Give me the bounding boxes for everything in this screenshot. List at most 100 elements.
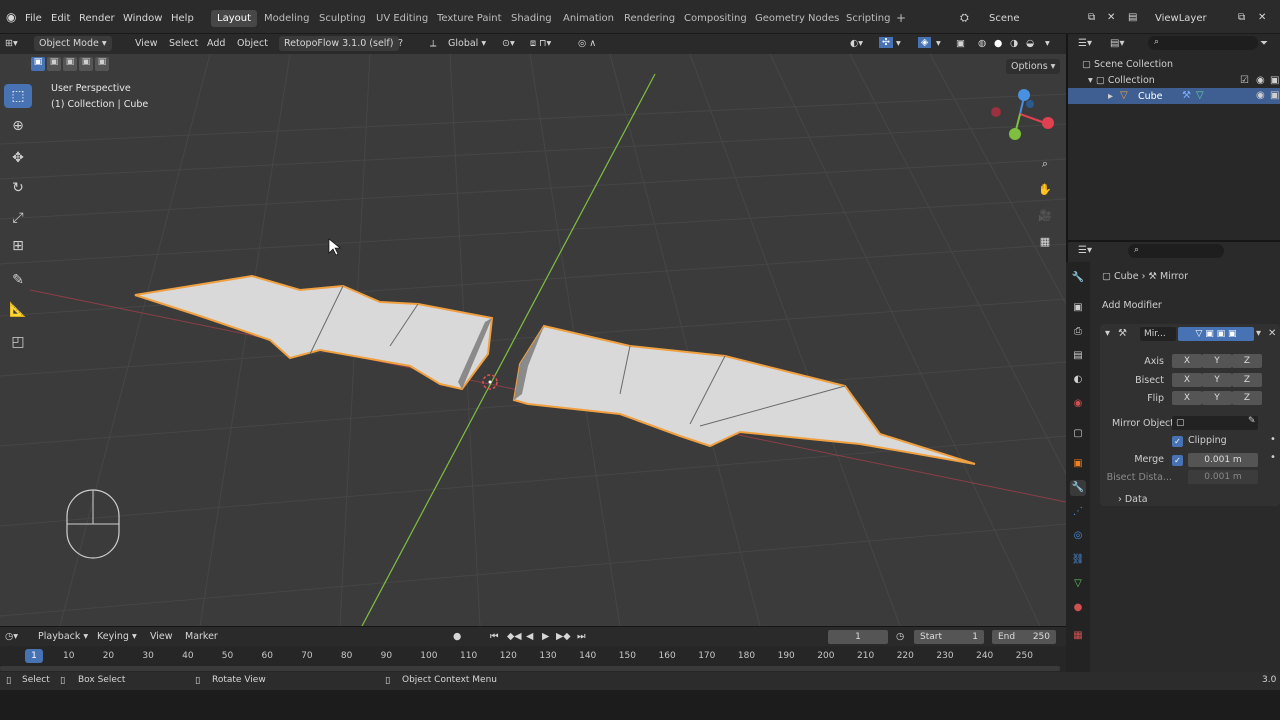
jump-keyframe-back-icon[interactable]: ◆◀ [507,631,522,642]
camera-icon[interactable]: ▣ [1270,90,1279,101]
bisect-distance-field[interactable]: 0.001 m [1188,470,1258,484]
jump-end-icon[interactable]: ⏭ [577,631,586,642]
orientation-dropdown[interactable]: Global ▾ [448,38,486,49]
filter-icon[interactable]: ⏷ [1260,38,1268,49]
playhead[interactable]: 1 [25,649,43,663]
menu-select[interactable]: Select [169,38,198,49]
outliner-collection[interactable]: ▾ ▢ Collection [1088,75,1155,86]
wing-left[interactable] [134,274,494,391]
particles-tab-icon[interactable]: ⋰ [1070,504,1086,520]
delete-scene-icon[interactable]: ✕ [1107,12,1115,23]
keying-menu[interactable]: Keying ▾ [97,631,137,642]
constraints-tab-icon[interactable]: ⛓ [1070,552,1086,568]
tab-modeling[interactable]: Modeling [264,13,310,24]
retopoflow-help-icon[interactable]: ? [398,38,403,49]
visibility-eye-icon[interactable]: ◉ [1256,75,1265,86]
play-reverse-icon[interactable]: ◀ [526,631,533,642]
scene-tab-icon[interactable]: ◐ [1070,372,1086,388]
timeline-ruler[interactable]: 1 10 20 30 40 50 60 70 80 90 100 110 120 130 140 150 16… [0,646,1066,672]
clock-icon[interactable]: ◷ [896,631,904,642]
flip-x-toggle[interactable]: X [1172,391,1202,405]
exclude-checkbox-icon[interactable]: ☑ [1240,75,1249,86]
tab-sculpting[interactable]: Sculpting [319,13,366,24]
wing-right[interactable] [512,324,976,465]
modifier-name-field[interactable]: Mir... [1140,327,1176,341]
shading-solid-icon[interactable]: ● [994,38,1002,49]
mirror-object-field[interactable]: ▢ [1172,416,1258,430]
menu-file[interactable]: File [25,13,42,24]
output-tab-icon[interactable]: ⎙ [1070,324,1086,340]
axis-z-toggle[interactable]: Z [1232,354,1262,368]
overlay-toggle-icon[interactable]: ◈ [918,37,932,48]
add-modifier-button[interactable]: Add Modifier [1102,300,1162,311]
annotate-tool-icon[interactable]: ✎ [4,268,32,292]
snap-icon[interactable]: ⧈ ⊓▾ [530,38,551,49]
move-tool-icon[interactable]: ✥ [4,146,32,170]
cursor-tool-icon[interactable]: ⊕ [4,114,32,138]
outliner-row-cube[interactable]: ▸ ▽ Cube ⚒ ▽ ◉ ▣ [1068,88,1280,104]
expand-icon[interactable]: ▸ [1108,91,1113,102]
start-frame-field[interactable]: Start 1 [914,630,984,644]
outliner-search-input[interactable]: ⌕ [1148,36,1258,50]
outliner-editor-icon[interactable]: ☰▾ [1078,38,1092,49]
outliner-scene-collection[interactable]: ▢ Scene Collection [1082,59,1173,70]
jump-keyframe-forward-icon[interactable]: ▶◆ [556,631,571,642]
select-subtract-icon[interactable]: ▣ [63,57,77,71]
physics-tab-icon[interactable]: ◎ [1070,528,1086,544]
visibility-eye-icon[interactable]: ◉ [1256,90,1265,101]
select-extend-icon[interactable]: ▣ [47,57,61,71]
scene-name[interactable]: Scene [989,13,1020,24]
rotate-tool-icon[interactable]: ↻ [4,176,32,200]
menu-object[interactable]: Object [237,38,268,49]
tab-compositing[interactable]: Compositing [684,13,747,24]
play-icon[interactable]: ▶ [542,631,549,642]
select-invert-icon[interactable]: ▣ [79,57,93,71]
new-scene-icon[interactable]: ⧉ [1088,12,1095,23]
menu-render[interactable]: Render [79,13,115,24]
3d-viewport[interactable]: ▣ ▣ ▣ ▣ ▣ User Perspective (1) Collectio… [0,54,1066,626]
menu-add[interactable]: Add [207,38,225,49]
camera-icon[interactable]: ▣ [1270,75,1279,86]
pivot-icon[interactable]: ⊙▾ [502,38,515,49]
transform-tool-icon[interactable]: ⊞ [4,234,32,258]
shading-wireframe-icon[interactable]: ◍ [978,38,986,49]
flip-y-toggle[interactable]: Y [1202,391,1232,405]
blender-logo-icon[interactable]: ◉ [6,10,16,24]
modifier-display-toggles[interactable]: ▽ ▣ ▣ ▣ [1178,327,1254,341]
menu-view[interactable]: View [135,38,158,49]
axis-y-toggle[interactable]: Y [1202,354,1232,368]
bisect-x-toggle[interactable]: X [1172,373,1202,387]
view-layer-tab-icon[interactable]: ▤ [1070,348,1086,364]
menu-window[interactable]: Window [123,13,162,24]
tab-uv-editing[interactable]: UV Editing [376,13,428,24]
current-frame-field[interactable]: 1 [828,630,888,644]
data-subpanel-header[interactable]: › Data [1118,494,1148,505]
retopoflow-menu[interactable]: RetopoFlow 3.1.0 (self) [279,36,399,51]
mode-dropdown[interactable]: Object Mode ▾ [34,36,112,51]
gizmo-toggle-icon[interactable]: ✣ [879,37,893,48]
menu-edit[interactable]: Edit [51,13,70,24]
tab-rendering[interactable]: Rendering [624,13,675,24]
clipping-checkbox[interactable]: ✓ [1172,436,1183,447]
zoom-icon[interactable]: ⌕ [1034,153,1056,175]
select-intersect-icon[interactable]: ▣ [95,57,109,71]
pan-hand-icon[interactable]: ✋ [1034,178,1056,200]
gizmo-dropdown-icon[interactable]: ▾ [896,38,901,49]
proportional-edit-icon[interactable]: ◎ ∧ [578,38,596,49]
bisect-y-toggle[interactable]: Y [1202,373,1232,387]
options-dropdown[interactable]: Options ▾ [1006,59,1061,74]
close-icon[interactable]: ✕ [1268,328,1276,339]
modifier-dropdown-icon[interactable]: ▾ [1256,328,1261,339]
camera-view-icon[interactable]: 🎥 [1034,204,1056,226]
properties-search-input[interactable]: ⌕ [1128,244,1224,258]
tab-animation[interactable]: Animation [563,13,614,24]
timeline-scrollbar[interactable] [0,666,1060,671]
texture-tab-icon[interactable]: ▦ [1070,628,1086,644]
eyedropper-icon[interactable]: ✎ [1248,416,1256,426]
flip-z-toggle[interactable]: Z [1232,391,1262,405]
bisect-z-toggle[interactable]: Z [1232,373,1262,387]
select-new-icon[interactable]: ▣ [31,57,45,71]
jump-start-icon[interactable]: ⏮ [490,631,499,642]
tab-texture-paint[interactable]: Texture Paint [437,13,502,24]
perspective-toggle-icon[interactable]: ▦ [1034,230,1056,252]
